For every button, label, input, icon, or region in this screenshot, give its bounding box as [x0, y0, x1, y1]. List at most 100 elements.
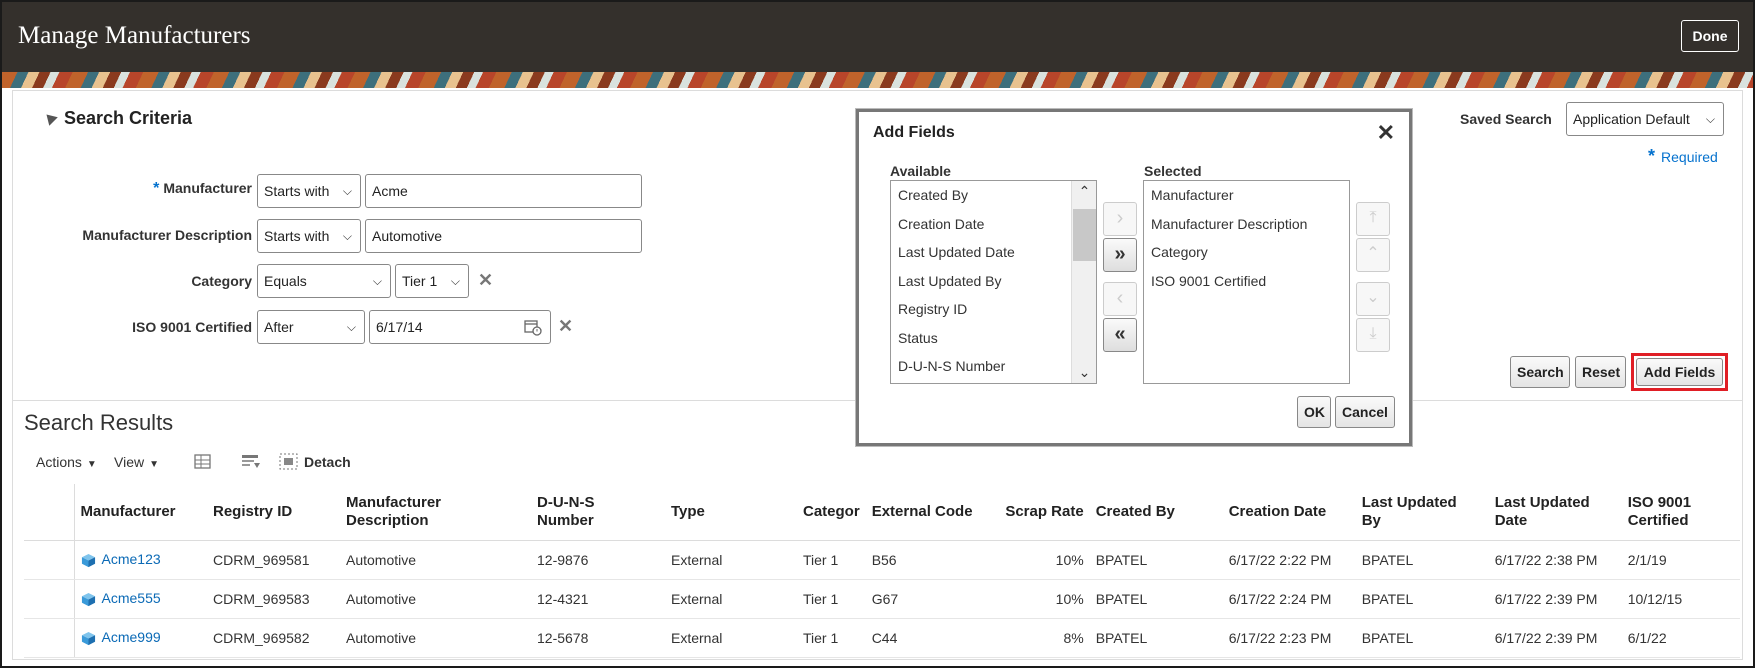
table-cell: CDRM_969582 [207, 618, 340, 658]
manufacturer-input[interactable]: Acme [365, 174, 642, 208]
table-cell[interactable]: Acme555 [74, 579, 207, 619]
description-operator-select[interactable]: Starts with ⌵ [257, 219, 361, 253]
detach-button[interactable]: Detach [304, 454, 351, 470]
available-scrollbar[interactable]: ⌃ ⌄ [1071, 181, 1096, 383]
table-cell: BPATEL [1089, 579, 1223, 619]
column-header[interactable]: Creation Date [1222, 484, 1356, 541]
table-cell[interactable]: Acme999 [74, 618, 207, 658]
manufacturer-link[interactable]: Acme123 [102, 551, 161, 567]
reset-button[interactable]: Reset [1575, 356, 1626, 388]
move-all-right-icon[interactable]: » [1103, 238, 1137, 272]
saved-search-select[interactable]: Application Default ⌵ [1566, 102, 1724, 136]
item-cube-icon [81, 553, 95, 567]
dialog-title: Add Fields [873, 124, 955, 141]
actions-menu[interactable]: Actions ▼ [36, 454, 97, 470]
manufacturer-link[interactable]: Acme999 [102, 629, 161, 645]
column-header[interactable]: Manufacturer [74, 484, 207, 541]
search-criteria-header[interactable]: Search Criteria [42, 108, 192, 129]
table-cell: C44 [865, 618, 999, 658]
table-cell: BPATEL [1355, 540, 1489, 580]
selected-list-item[interactable]: Manufacturer Description [1144, 210, 1349, 239]
table-cell: External [665, 579, 797, 619]
table-cell: BPATEL [1089, 618, 1223, 658]
column-header[interactable]: Last Updated Date [1488, 484, 1622, 541]
move-all-left-icon[interactable]: « [1103, 318, 1137, 352]
remove-category-icon[interactable]: ✕ [478, 270, 493, 291]
row-selector[interactable] [24, 579, 75, 619]
table-cell[interactable]: Acme123 [74, 540, 207, 580]
manufacturer-operator-select[interactable]: Starts with ⌵ [257, 174, 361, 208]
scroll-thumb[interactable] [1073, 209, 1096, 261]
description-input[interactable]: Automotive [365, 219, 642, 253]
column-header[interactable]: Registry ID [207, 484, 340, 541]
available-list-item[interactable]: Last Updated By [891, 267, 1096, 296]
chevron-down-icon: ⌵ [342, 184, 352, 198]
item-cube-icon [81, 592, 95, 606]
view-menu[interactable]: View ▼ [114, 454, 159, 470]
calendar-icon[interactable] [524, 318, 542, 336]
required-star-icon: * [153, 180, 160, 197]
column-header[interactable]: D-U-N-S Number [531, 484, 665, 541]
move-bottom-icon[interactable]: ⤓ [1356, 318, 1390, 352]
done-button[interactable]: Done [1681, 20, 1739, 52]
table-row[interactable]: Acme999 CDRM_969582 Automotive 12-5678 Exter… [24, 618, 1740, 658]
available-listbox[interactable]: Created By Creation Date Last Updated Date… [890, 180, 1097, 384]
detach-icon[interactable] [278, 452, 300, 472]
selected-list-item[interactable]: ISO 9001 Certified [1144, 267, 1349, 296]
table-cell: 10% [998, 540, 1090, 580]
column-header[interactable]: External Code [865, 484, 999, 541]
iso-date-value: 6/17/14 [376, 319, 423, 335]
column-header[interactable]: Scrap Rate [998, 484, 1090, 541]
table-cell: 6/17/22 2:38 PM [1488, 540, 1622, 580]
available-list-item[interactable]: Last Updated Date [891, 238, 1096, 267]
table-row[interactable]: Acme123 CDRM_969581 Automotive 12-9876 Exter… [24, 540, 1740, 580]
table-cell: 6/17/22 2:39 PM [1488, 579, 1622, 619]
available-list-item[interactable]: D-U-N-S Number [891, 352, 1096, 381]
category-operator-select[interactable]: Equals ⌵ [257, 264, 391, 298]
row-selector[interactable] [24, 618, 75, 658]
add-fields-button[interactable]: Add Fields [1636, 358, 1723, 386]
chevron-down-icon: ⌵ [346, 320, 356, 334]
selected-label: Selected [1144, 163, 1202, 179]
table-header-row: Manufacturer Registry ID Manufacturer De… [24, 484, 1740, 541]
available-list-item[interactable]: Registry ID [891, 295, 1096, 324]
freeze-column-icon[interactable] [192, 452, 214, 472]
available-list-item[interactable]: Creation Date [891, 210, 1096, 239]
iso-operator-select[interactable]: After ⌵ [257, 310, 365, 344]
column-header[interactable]: Created By [1089, 484, 1223, 541]
add-fields-dialog: Add Fields ✕ Available Created By Creatio… [856, 109, 1412, 446]
selected-list-item[interactable]: Manufacturer [1144, 181, 1349, 210]
scroll-up-icon[interactable]: ⌃ [1072, 183, 1096, 200]
column-header[interactable]: Last Updated By [1355, 484, 1489, 541]
move-down-icon[interactable]: ⌄ [1356, 282, 1390, 316]
column-header[interactable]: ISO 9001 Certified [1621, 484, 1740, 541]
move-right-icon[interactable]: › [1103, 202, 1137, 236]
table-cell: 6/17/22 2:22 PM [1222, 540, 1356, 580]
remove-iso-icon[interactable]: ✕ [558, 316, 573, 337]
scroll-down-icon[interactable]: ⌄ [1072, 364, 1096, 381]
row-selector[interactable] [24, 540, 75, 580]
wrap-filter-icon[interactable] [240, 452, 262, 472]
manufacturer-link[interactable]: Acme555 [102, 590, 161, 606]
column-header[interactable]: Categor [797, 484, 866, 541]
selected-listbox[interactable]: Manufacturer Manufacturer Description Cate… [1143, 180, 1350, 384]
selected-list-item[interactable]: Category [1144, 238, 1349, 267]
move-up-icon[interactable]: ⌃ [1356, 238, 1390, 272]
close-icon[interactable]: ✕ [1377, 120, 1395, 146]
page-title: Manage Manufacturers [18, 22, 251, 49]
available-list-item[interactable]: Status [891, 324, 1096, 353]
move-left-icon[interactable]: ‹ [1103, 282, 1137, 316]
iso-date-input[interactable]: 6/17/14 [369, 310, 551, 344]
column-header[interactable]: Manufacturer Description [340, 484, 531, 541]
column-header[interactable]: Type [665, 484, 797, 541]
ok-button[interactable]: OK [1297, 396, 1331, 428]
category-value-select[interactable]: Tier 1 ⌵ [395, 264, 469, 298]
cancel-button[interactable]: Cancel [1335, 396, 1395, 428]
available-list-item[interactable]: Created By [891, 181, 1096, 210]
iso-certified-label: ISO 9001 Certified [132, 319, 252, 335]
move-top-icon[interactable]: ⤒ [1356, 202, 1390, 236]
table-cell: Automotive [340, 579, 531, 619]
table-cell: 12-5678 [531, 618, 665, 658]
search-button[interactable]: Search [1510, 356, 1570, 388]
table-row[interactable]: Acme555 CDRM_969583 Automotive 12-4321 Exter… [24, 579, 1740, 619]
